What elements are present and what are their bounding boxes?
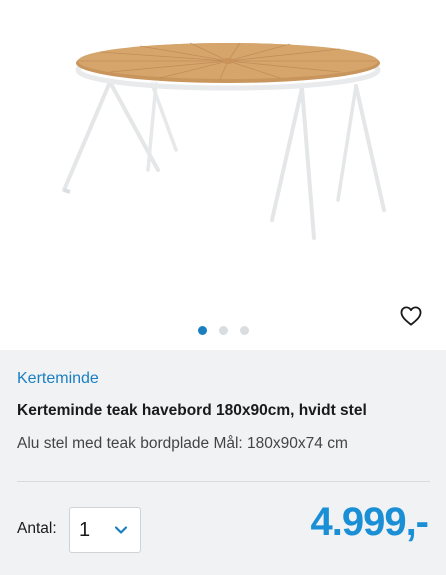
product-gallery [0, 0, 446, 350]
gallery-dot-1[interactable] [197, 326, 207, 335]
brand-link[interactable]: Kerteminde [17, 370, 99, 388]
divider [17, 481, 430, 482]
product-info: Kerteminde Kerteminde teak havebord 180x… [0, 350, 446, 575]
price: 4.999,- [310, 500, 429, 544]
gallery-dot-3[interactable] [239, 326, 249, 335]
product-description: Alu stel med teak bordplade Mål: 180x90x… [17, 435, 348, 452]
quantity-select[interactable]: 1 [69, 507, 141, 553]
product-title: Kerteminde teak havebord 180x90cm, hvidt… [17, 402, 367, 419]
chevron-down-icon [114, 526, 128, 534]
heart-outline-icon [400, 306, 422, 326]
gallery-dot-2[interactable] [218, 326, 228, 335]
gallery-pagination [0, 326, 446, 335]
product-image [62, 42, 386, 240]
quantity-label: Antal: [17, 520, 57, 537]
quantity-value: 1 [79, 518, 91, 541]
